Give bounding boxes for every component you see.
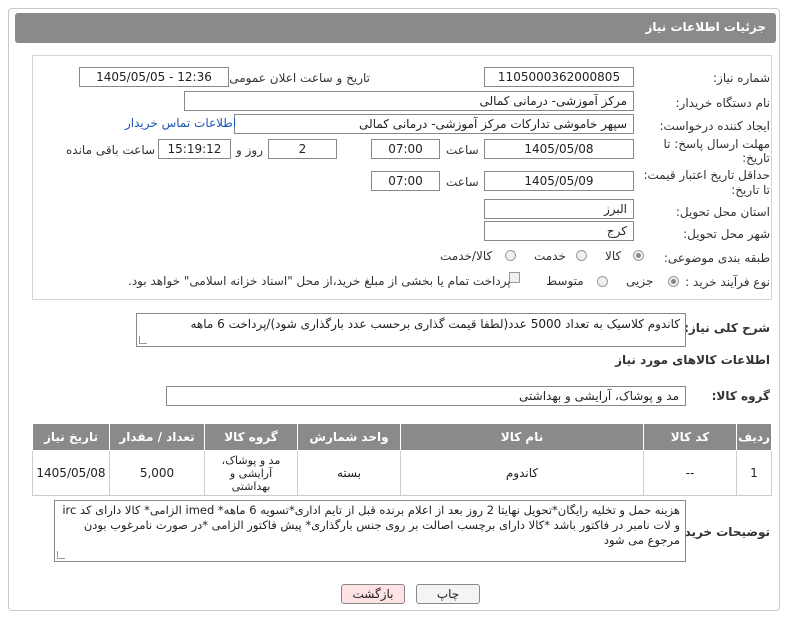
goods-table: ردیف کد کالا نام کالا واحد شمارش گروه کا… (32, 423, 772, 496)
need-number-field: 1105000362000805 (484, 67, 634, 87)
resize-grip-icon[interactable] (139, 336, 147, 344)
days-label: روز و (236, 143, 263, 157)
back-button[interactable]: بازگشت (341, 584, 405, 604)
goods-group-field: مد و پوشاک، آرایشی و بهداشتی (166, 386, 686, 406)
page-header: جزئیات اطلاعات نیاز (15, 13, 776, 43)
cell-date: 1405/05/08 (32, 450, 110, 496)
goods-group-label: گروه کالا: (711, 389, 770, 403)
col-header-date: تاریخ نیاز (32, 423, 110, 451)
category-option-service: خدمت (534, 249, 566, 263)
cell-group: مد و پوشاک، آرایشی و بهداشتی (204, 450, 298, 496)
contact-buyer-link[interactable]: اطلاعات تماس خریدار (125, 116, 236, 130)
cell-unit: بسته (297, 450, 401, 496)
cell-index: 1 (736, 450, 772, 496)
buyer-org-field: مرکز آموزشی- درمانی کمالی (184, 91, 634, 111)
buyer-org-label: نام دستگاه خریدار: (675, 96, 771, 110)
description-text: کاندوم کلاسیک به تعداد 5000 عدد(لطفا قیم… (190, 317, 680, 331)
buyer-notes-text: هزینه حمل و تخلیه رایگان*تحویل نهایتا 2 … (62, 503, 680, 547)
col-header-group: گروه کالا (204, 423, 298, 451)
col-header-code: کد کالا (643, 423, 737, 451)
requester-field: سپهر خاموشی تدارکات مرکز آموزشی- درمانی … (234, 114, 634, 134)
col-header-unit: واحد شمارش (297, 423, 401, 451)
deadline-label: مهلت ارسال پاسخ: تا (663, 137, 770, 151)
validity-date-field: 1405/05/09 (484, 171, 634, 191)
col-header-index: ردیف (736, 423, 772, 451)
validity-time-label: ساعت (446, 175, 479, 189)
col-header-qty: تعداد / مقدار (109, 423, 205, 451)
city-label: شهر محل تحویل: (683, 227, 770, 241)
deadline-date-field: 1405/05/08 (484, 139, 634, 159)
payment-note: پرداخت تمام یا بخشی از مبلغ خرید،از محل … (128, 274, 511, 288)
validity-label: حداقل تاریخ اعتبار قیمت: (643, 168, 770, 182)
process-radio-medium[interactable] (597, 276, 608, 287)
category-radio-service[interactable] (576, 250, 587, 261)
requester-label: ایجاد کننده درخواست: (659, 119, 770, 133)
goods-info-title: اطلاعات کالاهای مورد نیاز (615, 353, 770, 367)
cell-code: -- (643, 450, 737, 496)
description-textarea[interactable]: کاندوم کلاسیک به تعداد 5000 عدد(لطفا قیم… (136, 313, 686, 347)
page-title: جزئیات اطلاعات نیاز (645, 20, 766, 34)
table-row: 1 -- کاندوم بسته مد و پوشاک، آرایشی و به… (32, 450, 772, 496)
cell-qty: 5,000 (109, 450, 205, 496)
table-header-row: ردیف کد کالا نام کالا واحد شمارش گروه کا… (32, 423, 772, 451)
city-field: کرج (484, 221, 634, 241)
category-option-goods: کالا (605, 249, 622, 263)
process-option-minor: جزیی (626, 274, 654, 288)
description-label: شرح کلی نیاز: (684, 321, 770, 335)
col-header-name: نام کالا (400, 423, 644, 451)
need-number-label: شماره نیاز: (713, 71, 770, 85)
process-radio-minor[interactable] (668, 276, 679, 287)
category-label: طبقه بندی موضوعی: (663, 251, 770, 265)
buyer-notes-textarea[interactable]: هزینه حمل و تخلیه رایگان*تحویل نهایتا 2 … (54, 500, 686, 562)
category-radio-both[interactable] (505, 250, 516, 261)
remaining-label: ساعت باقی مانده (66, 143, 156, 157)
province-field: البرز (484, 199, 634, 219)
validity-label-2: تا تاریخ: (731, 183, 770, 197)
process-label: نوع فرآیند خرید : (685, 275, 770, 289)
category-radio-goods[interactable] (633, 250, 644, 261)
announce-field: 1405/05/05 - 12:36 (79, 67, 229, 87)
process-option-medium: متوسط (546, 274, 584, 288)
category-option-both: کالا/خدمت (440, 249, 493, 263)
announce-label: تاریخ و ساعت اعلان عمومی: (225, 71, 370, 85)
province-label: استان محل تحویل: (675, 205, 770, 219)
remaining-time-field: 15:19:12 (158, 139, 231, 159)
validity-time-field: 07:00 (371, 171, 440, 191)
deadline-time-field: 07:00 (371, 139, 440, 159)
cell-name: کاندوم (400, 450, 644, 496)
deadline-time-label: ساعت (446, 143, 479, 157)
days-field: 2 (268, 139, 337, 159)
deadline-label-2: تاریخ: (742, 151, 770, 165)
print-button[interactable]: چاپ (416, 584, 480, 604)
resize-grip-icon[interactable] (57, 551, 65, 559)
